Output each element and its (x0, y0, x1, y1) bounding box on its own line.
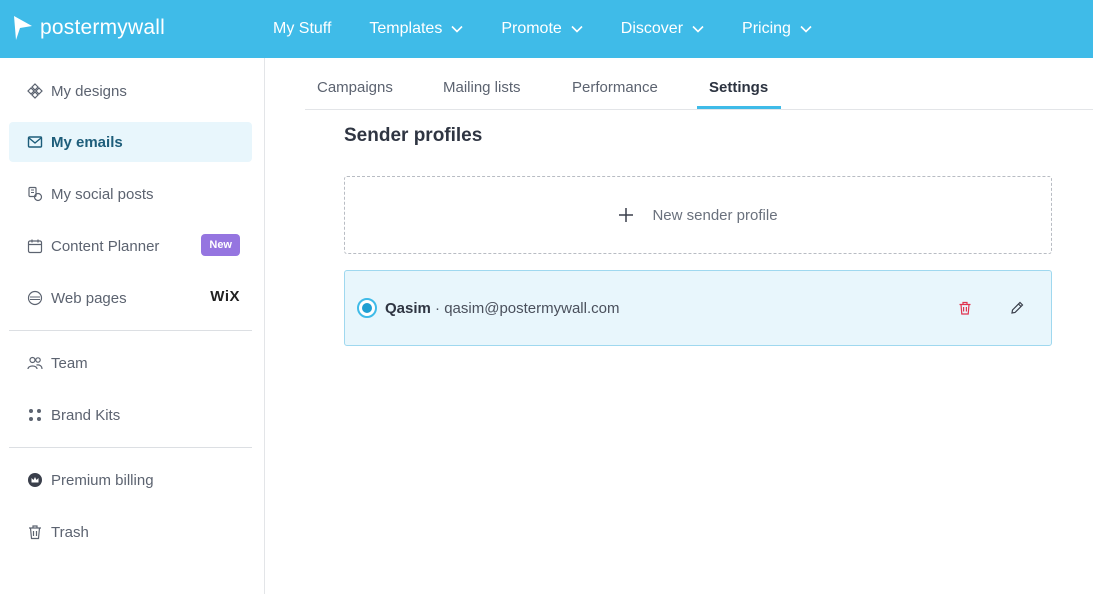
sidebar-item-premium-billing[interactable]: Premium billing (9, 460, 252, 500)
brand-kits-icon (29, 409, 41, 421)
wix-logo: WiX (210, 288, 240, 305)
logo-text: postermywall (40, 16, 165, 39)
new-sender-profile-label: New sender profile (652, 206, 778, 224)
tab-mailing-lists[interactable]: Mailing lists (443, 79, 521, 109)
sidebar-divider (9, 330, 252, 331)
sidebar-item-my-designs[interactable]: My designs (9, 71, 252, 111)
sidebar-item-label: My emails (51, 133, 123, 151)
top-navigation-bar: postermywall My Stuff Templates Promote … (0, 0, 1093, 58)
mail-icon (27, 136, 43, 148)
nav-label: Pricing (742, 20, 791, 37)
nav-my-stuff[interactable]: My Stuff (273, 20, 331, 38)
new-badge: New (201, 234, 240, 256)
calendar-icon (27, 239, 43, 254)
sidebar: My designs My emails My social posts Con… (0, 58, 265, 594)
plus-icon (619, 208, 634, 222)
designs-icon (27, 83, 43, 99)
sidebar-item-label: Premium billing (51, 471, 154, 489)
sidebar-item-label: Web pages (51, 289, 127, 307)
sidebar-item-my-social-posts[interactable]: My social posts (9, 174, 252, 214)
nav-promote[interactable]: Promote (501, 20, 583, 38)
sender-profile-row[interactable]: Qasim · qasim@postermywall.com (344, 270, 1052, 346)
logo[interactable]: postermywall (12, 14, 165, 42)
web-icon (27, 290, 43, 306)
email-tabs: Campaigns Mailing lists Performance Sett… (305, 58, 1093, 110)
nav-discover[interactable]: Discover (621, 20, 704, 38)
profile-email: qasim@postermywall.com (444, 300, 620, 317)
sidebar-item-web-pages[interactable]: Web pages WiX (9, 278, 252, 318)
section-title: Sender profiles (344, 125, 483, 146)
tab-performance[interactable]: Performance (572, 79, 658, 109)
chevron-down-icon (800, 25, 812, 33)
profile-text: Qasim · qasim@postermywall.com (385, 300, 619, 317)
tab-campaigns[interactable]: Campaigns (317, 79, 393, 109)
sidebar-item-label: My social posts (51, 185, 154, 203)
crown-icon (28, 473, 42, 487)
nav-templates[interactable]: Templates (369, 20, 463, 38)
trash-icon (29, 525, 41, 540)
tab-settings[interactable]: Settings (709, 79, 768, 109)
sidebar-item-my-emails[interactable]: My emails (9, 122, 252, 162)
sidebar-item-label: Content Planner (51, 237, 160, 255)
new-sender-profile-button[interactable]: New sender profile (344, 176, 1052, 254)
chevron-down-icon (451, 25, 463, 33)
profile-name: Qasim (385, 300, 431, 317)
sidebar-item-label: My designs (51, 82, 127, 100)
chevron-down-icon (692, 25, 704, 33)
nav-label: Discover (620, 20, 684, 37)
active-tab-indicator (697, 106, 781, 109)
chevron-down-icon (571, 25, 583, 33)
nav-pricing[interactable]: Pricing (742, 20, 812, 38)
nav-label: My Stuff (273, 20, 332, 37)
nav-label: Templates (369, 20, 443, 37)
pencil-icon (1011, 301, 1024, 314)
logo-mark-icon (14, 16, 32, 40)
profile-separator: · (430, 300, 445, 317)
main-nav: My Stuff Templates Promote Discover Pric… (273, 0, 850, 58)
social-posts-icon (28, 186, 43, 202)
sidebar-item-label: Brand Kits (51, 406, 121, 424)
team-icon (27, 356, 43, 370)
sidebar-item-label: Team (51, 354, 88, 372)
sidebar-item-trash[interactable]: Trash (9, 512, 252, 552)
profile-radio-selected[interactable] (357, 298, 377, 318)
nav-label: Promote (501, 20, 562, 37)
delete-profile-button[interactable] (954, 297, 976, 319)
sidebar-item-label: Trash (51, 523, 89, 541)
sidebar-item-team[interactable]: Team (9, 343, 252, 383)
trash-icon (959, 301, 971, 315)
sidebar-item-content-planner[interactable]: Content Planner New (9, 226, 252, 266)
sidebar-divider (9, 447, 252, 448)
edit-profile-button[interactable] (1006, 297, 1028, 319)
sidebar-item-brand-kits[interactable]: Brand Kits (9, 395, 252, 435)
